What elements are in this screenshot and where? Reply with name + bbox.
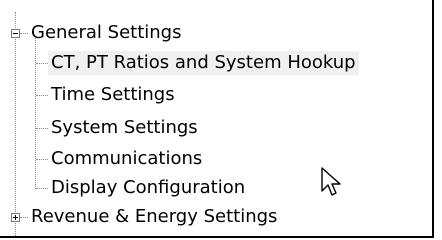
- tree-connector: [20, 33, 28, 34]
- settings-tree-panel: General Settings CT, PT Ratios and Syste…: [0, 0, 434, 238]
- expand-toggle-icon[interactable]: [11, 213, 20, 222]
- tree-connector: [36, 128, 48, 129]
- tree-connector: [36, 159, 48, 160]
- tree-item-revenue-energy-settings[interactable]: Revenue & Energy Settings: [28, 205, 280, 229]
- tree-connector: [36, 95, 48, 96]
- tree-item-ct-pt-ratios[interactable]: CT, PT Ratios and System Hookup: [48, 51, 359, 75]
- settings-tree: General Settings CT, PT Ratios and Syste…: [0, 0, 432, 236]
- tree-item-system-settings[interactable]: System Settings: [48, 116, 201, 140]
- tree-item-display-configuration[interactable]: Display Configuration: [48, 176, 248, 200]
- mouse-pointer-icon: [321, 167, 341, 196]
- tree-connector: [36, 188, 48, 189]
- tree-item-communications[interactable]: Communications: [48, 147, 205, 171]
- tree-connector: [36, 63, 48, 64]
- tree-item-time-settings[interactable]: Time Settings: [48, 83, 178, 107]
- collapse-toggle-icon[interactable]: [11, 29, 20, 38]
- tree-connector: [20, 217, 28, 218]
- tree-root-connector: [15, 12, 16, 236]
- tree-item-general-settings[interactable]: General Settings: [28, 21, 185, 45]
- tree-branch-connector: [35, 38, 36, 189]
